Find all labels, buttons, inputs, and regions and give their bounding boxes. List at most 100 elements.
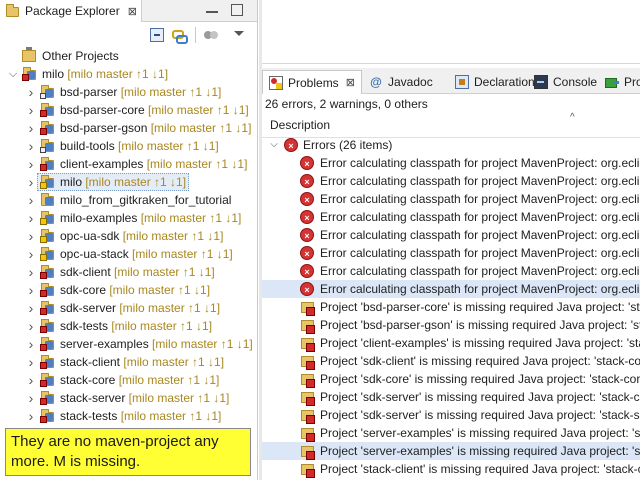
error-icon: ×: [300, 174, 314, 188]
column-description[interactable]: Description: [270, 118, 330, 132]
problem-row[interactable]: Project 'sdk-server' is missing required…: [262, 388, 640, 406]
tree-item[interactable]: › sdk-client [milo master ↑1 ↓1]: [0, 263, 257, 281]
tree-item[interactable]: Other Projects: [0, 47, 257, 65]
chevron-right-icon[interactable]: ›: [26, 191, 36, 209]
tree-item[interactable]: › bsd-parser [milo master ↑1 ↓1]: [0, 83, 257, 101]
tab-problems[interactable]: Problems ⊠: [262, 70, 362, 94]
problem-row[interactable]: Project 'bsd-parser-core' is missing req…: [262, 298, 640, 316]
project-icon: [40, 211, 56, 225]
chevron-down-icon[interactable]: ⌵: [269, 136, 279, 154]
problem-row[interactable]: Project 'sdk-server' is missing required…: [262, 406, 640, 424]
problem-row[interactable]: × Error calculating classpath for project…: [262, 280, 640, 298]
project-name: stack-tests: [60, 409, 118, 423]
problem-description: Error calculating classpath for project …: [320, 156, 640, 170]
tree-item-label: milo_from_gitkraken_for_tutorial: [60, 191, 231, 209]
tree-item[interactable]: › client-examples [milo master ↑1 ↓1]: [0, 155, 257, 173]
error-overlay-icon: [40, 416, 47, 423]
project-icon: [40, 85, 56, 99]
declaration-icon: [455, 75, 469, 89]
chevron-right-icon[interactable]: ›: [26, 353, 36, 371]
tree-item-label: bsd-parser [milo master ↑1 ↓1]: [60, 83, 221, 101]
chevron-right-icon[interactable]: ›: [26, 101, 36, 119]
problem-row[interactable]: Project 'sdk-core' is missing required J…: [262, 370, 640, 388]
chevron-right-icon[interactable]: ›: [26, 245, 36, 263]
chevron-right-icon[interactable]: ›: [26, 119, 36, 137]
problem-description: Project 'sdk-server' is missing required…: [320, 408, 640, 422]
tree-item[interactable]: › milo_from_gitkraken_for_tutorial: [0, 191, 257, 209]
git-overlay-icon: [40, 93, 46, 99]
problem-row[interactable]: × Error calculating classpath for project…: [262, 244, 640, 262]
tree-item-label: milo [milo master ↑1 ↓1]: [60, 173, 186, 191]
problem-row[interactable]: × Error calculating classpath for project…: [262, 226, 640, 244]
tab-progr[interactable]: Progr: [605, 70, 640, 94]
problem-row[interactable]: × Error calculating classpath for project…: [262, 190, 640, 208]
minimize-icon[interactable]: [206, 4, 218, 13]
project-name: sdk-core: [60, 283, 107, 297]
problem-row[interactable]: Project 'server-examples' is missing req…: [262, 424, 640, 442]
chevron-right-icon[interactable]: ›: [26, 137, 36, 155]
close-icon[interactable]: ⊠: [346, 76, 355, 89]
problem-row[interactable]: Project 'server-examples' is missing req…: [262, 442, 640, 460]
tree-item[interactable]: › build-tools [milo master ↑1 ↓1]: [0, 137, 257, 155]
tree-item-label: stack-server [milo master ↑1 ↓1]: [60, 389, 229, 407]
problem-row[interactable]: Project 'sdk-client' is missing required…: [262, 352, 640, 370]
tree-item[interactable]: › server-examples [milo master ↑1 ↓1]: [0, 335, 257, 353]
tree-item[interactable]: › stack-server [milo master ↑1 ↓1]: [0, 389, 257, 407]
chevron-right-icon[interactable]: ›: [26, 83, 36, 101]
problem-row[interactable]: × Error calculating classpath for project…: [262, 208, 640, 226]
focus-on-active-task-icon[interactable]: [204, 28, 218, 42]
annotation-note: They are no maven-project any more. M is…: [5, 428, 251, 476]
maximize-icon[interactable]: [231, 4, 243, 16]
problem-row[interactable]: Project 'stack-client' is missing requir…: [262, 460, 640, 478]
tab-javadoc[interactable]: @ Javadoc: [369, 70, 433, 94]
problem-row[interactable]: Project 'client-examples' is missing req…: [262, 334, 640, 352]
chevron-right-icon[interactable]: ›: [26, 299, 36, 317]
problems-column-header[interactable]: Description ^: [262, 112, 640, 138]
chevron-right-icon[interactable]: ›: [26, 227, 36, 245]
tree-item[interactable]: ⌵ milo [milo master ↑1 ↓1]: [0, 65, 257, 83]
tree-item-label: milo-examples [milo master ↑1 ↓1]: [60, 209, 241, 227]
project-name: milo: [42, 67, 65, 81]
tree-item[interactable]: › sdk-core [milo master ↑1 ↓1]: [0, 281, 257, 299]
problem-row[interactable]: × Error calculating classpath for project…: [262, 154, 640, 172]
close-icon[interactable]: ⊠: [128, 5, 137, 18]
tree-item[interactable]: › stack-client [milo master ↑1 ↓1]: [0, 353, 257, 371]
chevron-right-icon[interactable]: ›: [26, 407, 36, 425]
chevron-down-icon[interactable]: ⌵: [8, 65, 18, 83]
chevron-right-icon[interactable]: ›: [26, 335, 36, 353]
tree-item[interactable]: › milo-examples [milo master ↑1 ↓1]: [0, 209, 257, 227]
tree-item[interactable]: › stack-core [milo master ↑1 ↓1]: [0, 371, 257, 389]
link-with-editor-icon[interactable]: [172, 28, 188, 44]
tab-declaration[interactable]: Declaration: [455, 70, 535, 94]
chevron-right-icon[interactable]: ›: [26, 371, 36, 389]
problem-row[interactable]: × Error calculating classpath for project…: [262, 172, 640, 190]
project-icon: [40, 391, 56, 405]
chevron-right-icon[interactable]: ›: [26, 317, 36, 335]
problem-row[interactable]: × Error calculating classpath for project…: [262, 262, 640, 280]
project-name: sdk-tests: [60, 319, 109, 333]
tree-item[interactable]: › sdk-server [milo master ↑1 ↓1]: [0, 299, 257, 317]
chevron-right-icon[interactable]: ›: [26, 173, 36, 191]
tree-item[interactable]: › bsd-parser-gson [milo master ↑1 ↓1]: [0, 119, 257, 137]
error-icon: ×: [300, 246, 314, 260]
chevron-right-icon[interactable]: ›: [26, 155, 36, 173]
bottom-panel-tabbar: Problems ⊠ @ Javadoc Declaration Console Progr: [262, 68, 640, 94]
tree-item[interactable]: › milo [milo master ↑1 ↓1]: [0, 173, 257, 191]
chevron-right-icon[interactable]: ›: [26, 389, 36, 407]
problems-group-errors[interactable]: ⌵ × Errors (26 items): [262, 136, 640, 154]
problem-row[interactable]: Project 'bsd-parser-gson' is missing req…: [262, 316, 640, 334]
working-set-icon: [22, 47, 38, 63]
tab-package-explorer[interactable]: Package Explorer ⊠: [0, 0, 142, 22]
tree-item[interactable]: › sdk-tests [milo master ↑1 ↓1]: [0, 317, 257, 335]
chevron-right-icon[interactable]: ›: [26, 263, 36, 281]
project-icon: [40, 409, 56, 423]
chevron-right-icon[interactable]: ›: [26, 209, 36, 227]
view-menu-icon[interactable]: [234, 31, 244, 36]
tree-item[interactable]: › bsd-parser-core [milo master ↑1 ↓1]: [0, 101, 257, 119]
tree-item[interactable]: › stack-tests [milo master ↑1 ↓1]: [0, 407, 257, 425]
chevron-right-icon[interactable]: ›: [26, 281, 36, 299]
collapse-all-icon[interactable]: [150, 28, 164, 42]
tab-console[interactable]: Console: [534, 70, 597, 94]
tree-item[interactable]: › opc-ua-stack [milo master ↑1 ↓1]: [0, 245, 257, 263]
tree-item[interactable]: › opc-ua-sdk [milo master ↑1 ↓1]: [0, 227, 257, 245]
